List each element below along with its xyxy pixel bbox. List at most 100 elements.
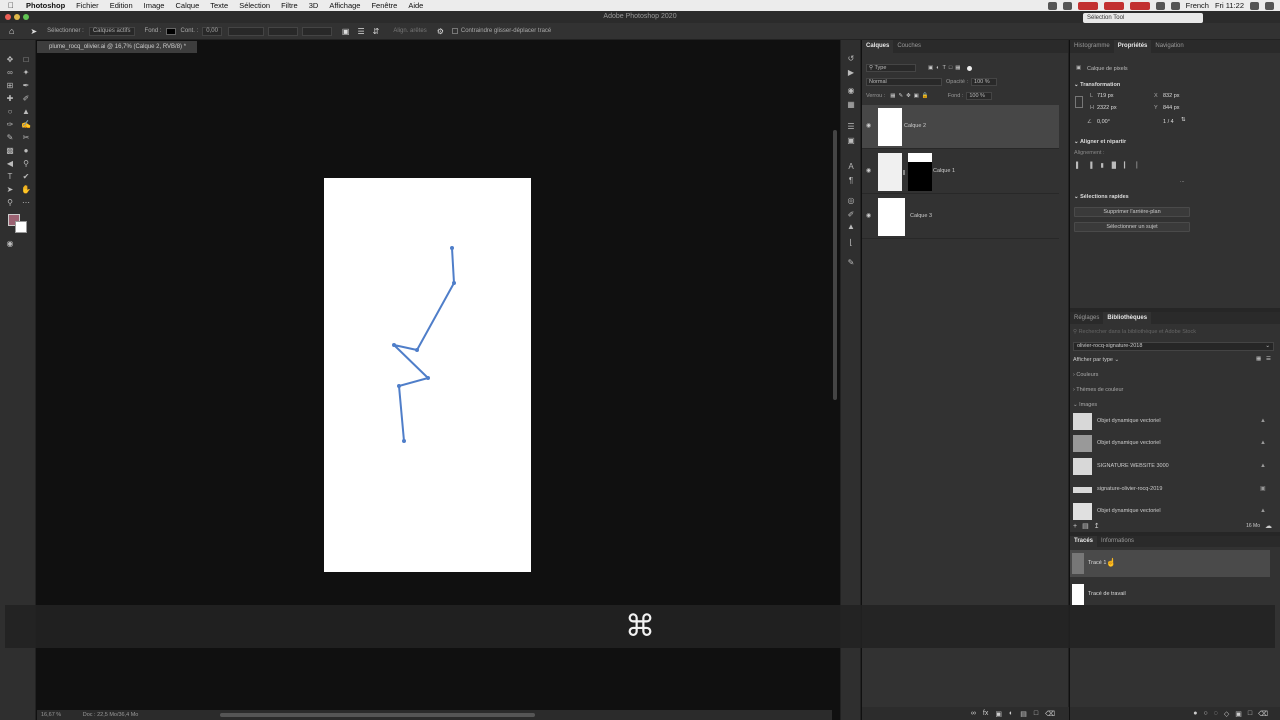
layer-row-calque-3[interactable]: ◉ Calque 3 (862, 195, 1059, 239)
path-arrangement-icon[interactable]: ⇵ (373, 27, 380, 36)
tab-properties[interactable]: Propriétés (1113, 40, 1152, 53)
stroke-type-dropdown[interactable] (227, 26, 264, 36)
3d-icon[interactable]: ◎ (846, 196, 856, 206)
lasso-tool-icon[interactable]: ∞ (5, 68, 15, 78)
constrain-checkbox[interactable] (451, 28, 458, 34)
close-window-button[interactable] (5, 14, 11, 20)
layer-name[interactable]: Calque 3 (910, 213, 932, 219)
layer-style-icon[interactable]: fx (983, 710, 988, 717)
menu-edition[interactable]: Edition (110, 1, 133, 10)
menu-fichier[interactable]: Fichier (76, 1, 99, 10)
angle-value[interactable]: 0,00° (1097, 119, 1110, 125)
gear-icon[interactable]: ⚙ (437, 27, 444, 36)
lock-icons[interactable]: ▦✎✥▣🔒 (890, 93, 931, 99)
layer-filter-icons[interactable]: ▣◐T□▦ (928, 65, 963, 71)
zoom-level[interactable]: 16,67 % (41, 712, 61, 718)
tab-libraries[interactable]: Bibliothèques (1103, 312, 1152, 324)
images-section[interactable]: ⌄ Images (1073, 402, 1097, 408)
menu-filtre[interactable]: Filtre (281, 1, 298, 10)
path-anchor-point[interactable] (397, 384, 401, 388)
path-anchor-point[interactable] (426, 376, 430, 380)
tray-icon[interactable] (1047, 1, 1057, 10)
path-selection-icon[interactable]: ➤ (5, 185, 15, 195)
tab-adjustments[interactable]: Réglages (1070, 312, 1103, 324)
minimize-window-button[interactable] (14, 14, 20, 20)
link-icon[interactable] (903, 170, 905, 175)
path-anchor-point[interactable] (402, 439, 406, 443)
brush-tool-icon[interactable]: ✐ (21, 94, 31, 104)
background-color-swatch[interactable] (15, 221, 27, 233)
path-row-work-path[interactable]: Tracé de travail (1070, 581, 1270, 608)
styles-icon[interactable]: ▣ (846, 136, 856, 146)
hand-tool-icon[interactable]: ✋ (21, 185, 31, 195)
wifi-icon[interactable] (1170, 1, 1180, 10)
more-tools-icon[interactable]: ⋯ (21, 198, 31, 208)
grid-view-icon[interactable]: ▦ (1256, 356, 1261, 362)
select-subject-button[interactable]: Sélectionner un sujet (1074, 222, 1190, 232)
align-edges-label[interactable]: Align. arêtes (393, 28, 426, 34)
type-tool-icon[interactable]: T (5, 172, 15, 182)
layer-filter-dropdown[interactable]: ⚲ Type (866, 64, 916, 72)
height-field[interactable] (301, 26, 332, 36)
load-selection-icon[interactable]: ◌ (1214, 710, 1218, 717)
blur-tool-icon[interactable]: ● (21, 146, 31, 156)
library-item[interactable]: SIGNATURE WEBSITE 3000 ▲ (1070, 457, 1276, 477)
brush-tool-icon[interactable]: ✍ (21, 120, 31, 130)
blend-mode-dropdown[interactable]: Normal (866, 78, 942, 86)
adjustment-layer-icon[interactable]: ◐ (1009, 710, 1013, 717)
object-selection-icon[interactable]: ○ (5, 107, 15, 117)
tray-badge-icon[interactable] (1103, 1, 1124, 10)
trash-icon[interactable]: ⌫ (1045, 710, 1055, 718)
magic-wand-icon[interactable]: ✦ (21, 68, 31, 78)
tab-info[interactable]: Informations (1097, 536, 1138, 547)
eraser-tool-icon[interactable]: ✂ (21, 133, 31, 143)
healing-brush-icon[interactable]: ✚ (5, 94, 15, 104)
pencil-tool-icon[interactable]: ✎ (5, 133, 15, 143)
path-anchor-point[interactable] (415, 348, 419, 352)
pen-tool-icon[interactable]: ◀ (5, 159, 15, 169)
history-brush-icon[interactable]: ✑ (5, 120, 15, 130)
tab-histogram[interactable]: Histogramme (1070, 40, 1114, 53)
menu-fenetre[interactable]: Fenêtre (371, 1, 397, 10)
adjustments-icon[interactable]: ☰ (846, 122, 856, 132)
link-dimensions-icon[interactable] (1075, 96, 1083, 108)
path-anchor-point[interactable] (392, 343, 396, 347)
align-buttons-icons[interactable]: ▌▐▮█▎▏ (1076, 162, 1149, 169)
view-by-type-dropdown[interactable]: Afficher par type ⌄ (1073, 357, 1119, 363)
library-item[interactable]: Objet dynamique vectoriel ▲ (1070, 502, 1276, 522)
canvas-vertical-scrollbar[interactable] (833, 130, 837, 400)
layer-row-calque-2[interactable]: ◉ Calque 2 (862, 105, 1059, 149)
more-options-icon[interactable]: ... (1180, 178, 1185, 184)
language-menu[interactable]: French (1186, 1, 1209, 10)
document-tab[interactable]: plume_rocq_olivier.ai @ 16,7% (Calque 2,… (37, 41, 197, 53)
dodge-tool-icon[interactable]: ⚲ (21, 159, 31, 169)
flip-icon[interactable]: ⇅ (1181, 117, 1186, 123)
clock[interactable]: Fri 11:22 (1215, 1, 1244, 10)
tray-badge-icon[interactable] (1129, 1, 1150, 10)
gradient-tool-icon[interactable]: ▩ (5, 146, 15, 156)
brush-settings-icon[interactable]: ✐ (846, 210, 856, 220)
tab-navigation[interactable]: Navigation (1151, 40, 1187, 53)
menu-texte[interactable]: Texte (210, 1, 228, 10)
stamp-tool-icon[interactable]: ▲ (21, 107, 31, 117)
new-layer-icon[interactable]: □ (1034, 710, 1038, 717)
folder-icon[interactable]: ▤ (1082, 522, 1089, 530)
fill-path-icon[interactable]: ● (1193, 710, 1197, 717)
path-row-trace-1[interactable]: Tracé 1 ☝ (1070, 550, 1270, 577)
history-icon[interactable]: ↺ (846, 54, 856, 64)
character-icon[interactable]: A (846, 162, 856, 172)
apple-icon[interactable]:  (8, 1, 20, 10)
page-value[interactable]: 1 / 4 (1163, 119, 1174, 125)
make-path-icon[interactable]: ◇ (1224, 710, 1229, 718)
zoom-window-button[interactable] (23, 14, 29, 20)
transform-section-title[interactable]: ⌄ Transformation (1074, 82, 1120, 88)
paragraph-icon[interactable]: ¶ (846, 176, 856, 186)
tray-badge-icon[interactable] (1077, 1, 1098, 10)
eyedropper-icon[interactable]: ✒ (21, 81, 31, 91)
control-center-icon[interactable] (1265, 1, 1274, 10)
tab-layers[interactable]: Calques (862, 40, 894, 53)
marquee-tool-icon[interactable]: □ (21, 55, 31, 65)
library-item[interactable]: Objet dynamique vectoriel ▲ (1070, 434, 1276, 454)
new-group-icon[interactable]: ▤ (1020, 710, 1027, 718)
layer-name[interactable]: Calque 2 (904, 123, 926, 129)
